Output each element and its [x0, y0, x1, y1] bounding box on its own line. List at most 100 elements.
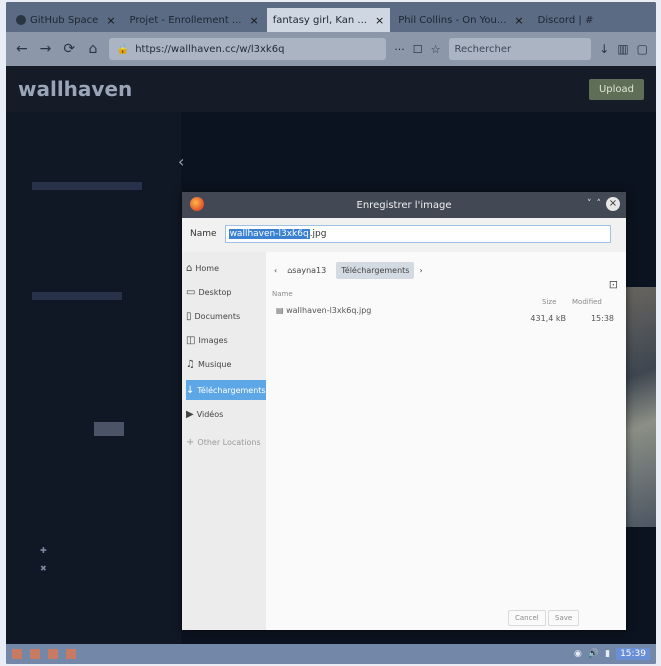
column-name[interactable]: Name	[272, 290, 293, 298]
places-sidebar: ⌂ Home ▭ Desktop ▯ Documents ◫ Images ♫ …	[182, 252, 266, 630]
close-icon[interactable]: ×	[375, 14, 384, 27]
plus-icon: +	[186, 436, 195, 448]
tab-label: Discord | #	[537, 14, 594, 26]
minimize-icon[interactable]: ˅	[587, 199, 592, 209]
library-icon[interactable]: ▥	[617, 42, 628, 56]
network-icon[interactable]: ◉	[574, 649, 582, 659]
tab-label: fantasy girl, Kan ...	[272, 14, 367, 26]
save-button[interactable]: Save	[548, 610, 580, 626]
sidebar-bar	[32, 292, 122, 300]
dialog-title-bar: Enregistrer l'image ˅ ˄ ×	[182, 192, 626, 218]
browser-tab-wallhaven[interactable]: fantasy girl, Kan ... ×	[266, 8, 391, 32]
filename-label: Name	[190, 229, 217, 239]
file-modified: 15:38	[590, 314, 614, 323]
app-icon[interactable]	[66, 649, 76, 659]
url-actions: ··· ☐ ☆	[394, 43, 440, 56]
breadcrumb-downloads[interactable]: Téléchargements	[336, 262, 415, 279]
upload-button[interactable]: Upload	[588, 78, 644, 100]
forward-icon[interactable]: →	[38, 41, 54, 57]
site-header: wallhaven Upload	[6, 66, 656, 112]
desktop-icon: ▭	[186, 286, 196, 298]
home-icon[interactable]: ⌂	[85, 41, 101, 57]
toolbar-icons: ↓ ▥ ▢	[599, 42, 648, 56]
place-music[interactable]: ♫ Musique	[186, 354, 266, 374]
screen: GitHub Space × Projet - Enrollement ... …	[6, 2, 656, 664]
volume-icon[interactable]: 🔊	[588, 649, 599, 659]
favorite-action[interactable]: ✚	[40, 546, 47, 555]
filename-extension: .jpg	[309, 229, 327, 239]
site-logo[interactable]: wallhaven	[18, 77, 132, 101]
uploader-avatar	[94, 422, 124, 436]
place-label: Other Locations	[197, 437, 261, 447]
system-tray: ◉ 🔊 ▮ 15:39	[574, 648, 650, 660]
file-row[interactable]: ▤ wallhaven-l3xk6q.jpg 431,4 kB 15:38	[272, 304, 616, 323]
place-label: Musique	[197, 359, 232, 369]
taskbar: ◉ 🔊 ▮ 15:39	[6, 644, 656, 664]
page-actions-icon[interactable]: ···	[394, 43, 405, 56]
place-label: Home	[195, 263, 219, 273]
video-icon: ▶	[186, 408, 194, 420]
place-label: Vidéos	[196, 409, 224, 419]
music-icon: ♫	[186, 358, 195, 370]
breadcrumb-home[interactable]: ⌂sayna13	[282, 262, 331, 279]
place-documents[interactable]: ▯ Documents	[186, 306, 266, 326]
place-videos[interactable]: ▶ Vidéos	[186, 404, 266, 424]
chevron-left-icon[interactable]: ‹	[178, 152, 184, 171]
close-icon[interactable]: ×	[249, 14, 258, 27]
chevron-right-icon[interactable]: ›	[419, 266, 422, 275]
file-name: ▤ wallhaven-l3xk6q.jpg	[276, 306, 372, 315]
breadcrumb-label: sayna13	[292, 266, 327, 275]
close-icon[interactable]: ×	[606, 197, 620, 211]
browser-tab-youtube[interactable]: Phil Collins - On You... ×	[392, 8, 529, 32]
url-bar[interactable]: 🔒 https://wallhaven.cc/w/l3xk6q	[108, 38, 387, 60]
cancel-button[interactable]: Cancel	[508, 610, 546, 626]
battery-icon[interactable]: ▮	[605, 649, 610, 659]
save-image-dialog: Enregistrer l'image ˅ ˄ × Name wallhaven…	[182, 192, 626, 652]
place-other-locations[interactable]: + Other Locations	[186, 432, 266, 452]
dialog-title: Enregistrer l'image	[356, 199, 452, 211]
back-icon[interactable]: ←	[14, 41, 30, 57]
browser-tab-github[interactable]: GitHub Space ×	[10, 8, 122, 32]
breadcrumb: ‹ ⌂sayna13 Téléchargements ›	[274, 262, 423, 279]
file-name-text: wallhaven-l3xk6q.jpg	[286, 306, 372, 315]
close-icon[interactable]: ×	[106, 14, 115, 27]
browser-nav-bar: ← → ⟳ ⌂ 🔒 https://wallhaven.cc/w/l3xk6q …	[6, 32, 656, 66]
tab-label: Projet - Enrollement ...	[129, 14, 242, 26]
search-input[interactable]: Rechercher	[448, 38, 592, 60]
camera-icon: ◫	[186, 334, 196, 346]
maximize-icon[interactable]: ˄	[597, 199, 602, 209]
sidebar-icon[interactable]: ▢	[637, 42, 648, 56]
app-icon[interactable]	[48, 649, 58, 659]
place-desktop[interactable]: ▭ Desktop	[186, 282, 266, 302]
file-size: 431,4 kB	[530, 314, 566, 323]
start-menu-icon[interactable]	[12, 649, 22, 659]
close-icon[interactable]: ×	[514, 14, 523, 27]
place-downloads[interactable]: ↓ Téléchargements	[186, 380, 266, 400]
new-folder-icon[interactable]: ⊡	[609, 278, 618, 291]
file-browser: ‹ ⌂sayna13 Téléchargements › ⊡ Name Size…	[266, 252, 626, 652]
home-icon: ⌂	[186, 262, 193, 274]
sidebar-bar	[32, 182, 142, 190]
browser-tab-discord[interactable]: Discord | #	[532, 8, 600, 32]
download-icon[interactable]: ↓	[599, 42, 609, 56]
bookmark-star-icon[interactable]: ☆	[431, 43, 441, 56]
reload-icon[interactable]: ⟳	[61, 41, 77, 57]
clock[interactable]: 15:39	[616, 648, 650, 660]
filename-selected-text: wallhaven-l3xk6q	[228, 229, 310, 239]
browser-tab-projet[interactable]: Projet - Enrollement ... ×	[124, 8, 265, 32]
browser-tab-bar: GitHub Space × Projet - Enrollement ... …	[6, 2, 656, 32]
app-icon[interactable]	[30, 649, 40, 659]
pocket-icon[interactable]: ☐	[413, 43, 423, 56]
lock-icon: 🔒	[116, 43, 130, 55]
place-label: Téléchargements	[197, 385, 266, 395]
url-text: https://wallhaven.cc/w/l3xk6q	[135, 43, 285, 55]
download-action[interactable]: ✖	[40, 564, 47, 573]
tab-label: GitHub Space	[30, 14, 99, 26]
chevron-left-icon[interactable]: ‹	[274, 266, 277, 275]
place-label: Documents	[194, 311, 241, 321]
download-icon: ↓	[186, 384, 195, 396]
place-images[interactable]: ◫ Images	[186, 330, 266, 350]
place-home[interactable]: ⌂ Home	[186, 258, 266, 278]
filename-input[interactable]: wallhaven-l3xk6q .jpg	[224, 225, 611, 243]
place-label: Desktop	[198, 287, 232, 297]
